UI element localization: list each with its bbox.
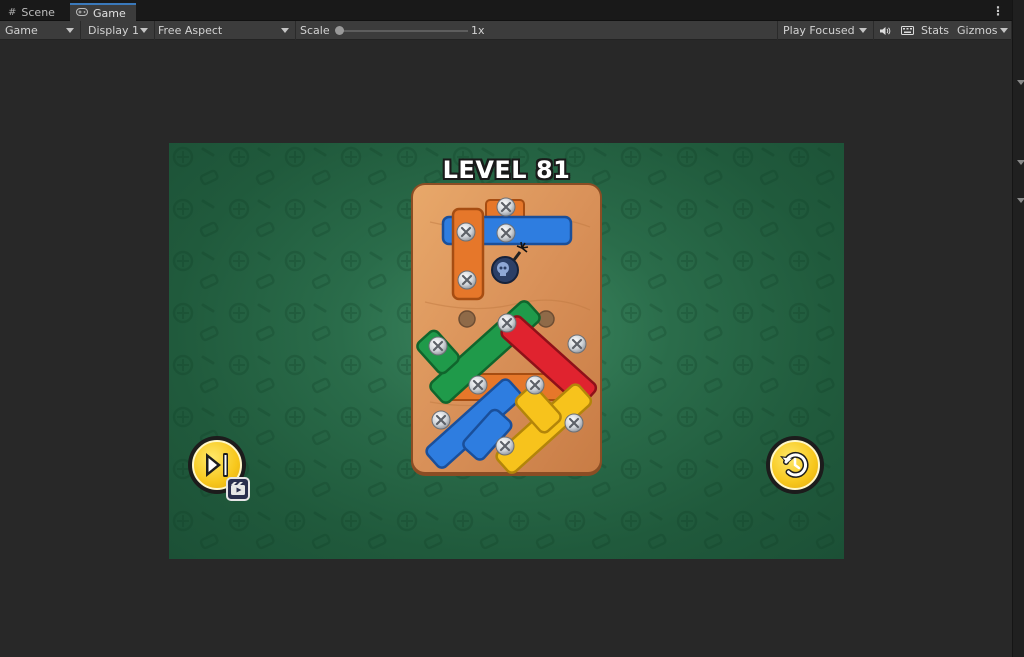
collapse-arrow-icon[interactable] — [1017, 198, 1024, 203]
chevron-down-icon — [1000, 28, 1008, 33]
chevron-down-icon — [140, 28, 148, 33]
gizmos-label: Gizmos — [957, 24, 998, 37]
game-view-select[interactable]: Game — [0, 21, 81, 40]
stats-label: Stats — [920, 24, 950, 37]
gamepad-icon — [76, 7, 88, 19]
display-select[interactable]: Display 1 — [83, 21, 155, 40]
shortcuts-button[interactable] — [896, 21, 918, 40]
scale-slider-handle[interactable] — [335, 26, 344, 35]
video-ad-icon — [226, 477, 250, 501]
aspect-select[interactable]: Free Aspect — [153, 21, 296, 40]
game-toolbar: Game Display 1 Free Aspect Scale 1x Play… — [0, 21, 1012, 40]
more-options-icon[interactable]: ⋮ — [992, 4, 1004, 18]
puzzle-board — [411, 183, 602, 476]
stats-button[interactable]: Stats — [918, 21, 952, 40]
play-mode-select[interactable]: Play Focused — [777, 21, 874, 40]
tab-game-label: Game — [93, 6, 126, 20]
game-view-select-value: Game — [5, 24, 38, 37]
speaker-icon — [880, 26, 891, 35]
unity-editor-window: # Scene Game ⋮ Game Display 1 Free Aspec… — [0, 0, 1024, 657]
inspector-panel-edge — [1012, 0, 1024, 657]
chevron-down-icon — [66, 28, 74, 33]
mute-audio-button[interactable] — [874, 21, 896, 40]
collapse-arrow-icon[interactable] — [1017, 80, 1024, 85]
chevron-down-icon — [281, 28, 289, 33]
tab-game[interactable]: Game — [70, 3, 136, 21]
scale-label: Scale — [300, 24, 330, 37]
aspect-select-value: Free Aspect — [158, 24, 223, 37]
restart-icon — [780, 451, 809, 478]
grid-icon: # — [8, 6, 17, 18]
restart-level-button[interactable] — [766, 436, 824, 494]
keyboard-icon — [900, 26, 914, 35]
level-title: LEVEL 81 — [442, 156, 571, 184]
gizmos-select[interactable]: Gizmos — [952, 21, 1012, 40]
chevron-down-icon — [859, 28, 867, 33]
display-select-value: Display 1 — [88, 24, 140, 37]
scale-slider[interactable] — [340, 30, 468, 32]
tab-bar: # Scene Game ⋮ — [0, 0, 1012, 21]
tab-scene-label: Scene — [21, 5, 55, 19]
game-viewport[interactable]: LEVEL 81 — [169, 143, 844, 559]
collapse-arrow-icon[interactable] — [1017, 160, 1024, 165]
play-mode-select-value: Play Focused — [783, 24, 855, 37]
tab-scene[interactable]: # Scene — [2, 3, 70, 21]
scale-value: 1x — [471, 24, 485, 37]
